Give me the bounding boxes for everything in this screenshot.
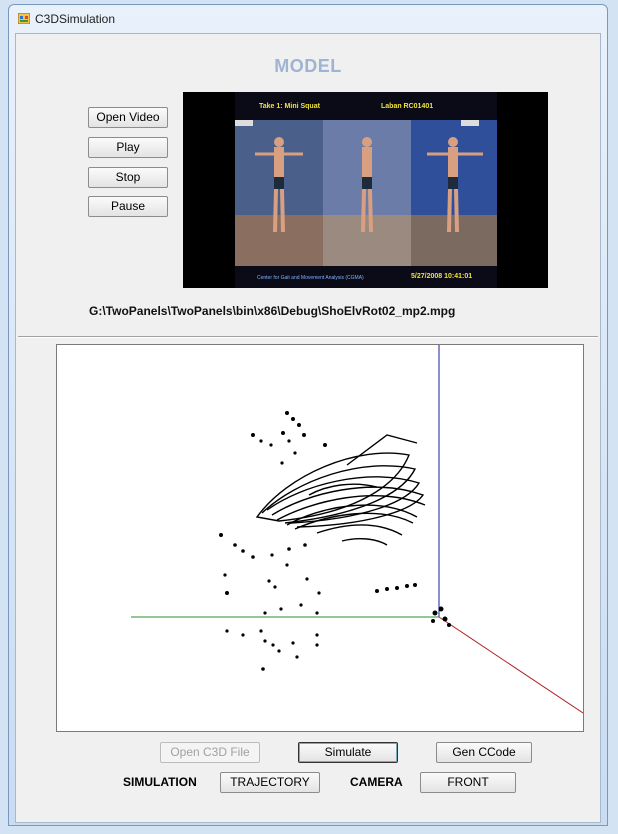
model-heading: MODEL: [274, 56, 342, 76]
z-axis-line: [438, 616, 583, 714]
panel-separator: [18, 336, 598, 338]
gen-ccode-button[interactable]: Gen CCode: [436, 742, 532, 763]
simulation-label: SIMULATION: [123, 775, 197, 789]
stop-button[interactable]: Stop: [88, 167, 168, 188]
pause-button[interactable]: Pause: [88, 196, 168, 217]
title-bar[interactable]: C3DSimulation: [9, 5, 607, 33]
marker-points: [219, 411, 451, 671]
window-app-icon: [18, 13, 30, 24]
video-footer-right: 5/27/2008 10:41:01: [411, 273, 473, 280]
trajectory-button[interactable]: TRAJECTORY: [220, 772, 320, 793]
open-c3d-file-button[interactable]: Open C3D File: [160, 742, 260, 763]
video-file-path: G:\TwoPanels\TwoPanels\bin\x86\Debug\Sho…: [89, 304, 456, 318]
app-window: C3DSimulation MODEL Open Video Play Stop…: [8, 4, 608, 826]
video-title-left: Take 1: Mini Squat: [259, 103, 320, 110]
3d-scene: [131, 345, 583, 714]
video-footer-left: Center for Gait and Movement Analysis (C…: [257, 275, 364, 281]
client-area: MODEL Open Video Play Stop Pause Take 1:…: [15, 33, 601, 823]
3d-viewport[interactable]: [56, 344, 584, 732]
video-panels-image: [235, 120, 497, 266]
window-title: C3DSimulation: [35, 12, 116, 26]
marker-trajectories: [255, 434, 426, 546]
open-video-button[interactable]: Open Video: [88, 107, 168, 128]
front-button[interactable]: FRONT: [420, 772, 516, 793]
video-title-right: Laban RC01401: [381, 103, 434, 110]
play-button[interactable]: Play: [88, 137, 168, 158]
video-frame: Take 1: Mini Squat Laban RC01401 Center …: [235, 92, 497, 288]
simulate-button[interactable]: Simulate: [298, 742, 398, 763]
video-player[interactable]: Take 1: Mini Squat Laban RC01401 Center …: [183, 92, 548, 288]
camera-label: CAMERA: [350, 775, 403, 789]
